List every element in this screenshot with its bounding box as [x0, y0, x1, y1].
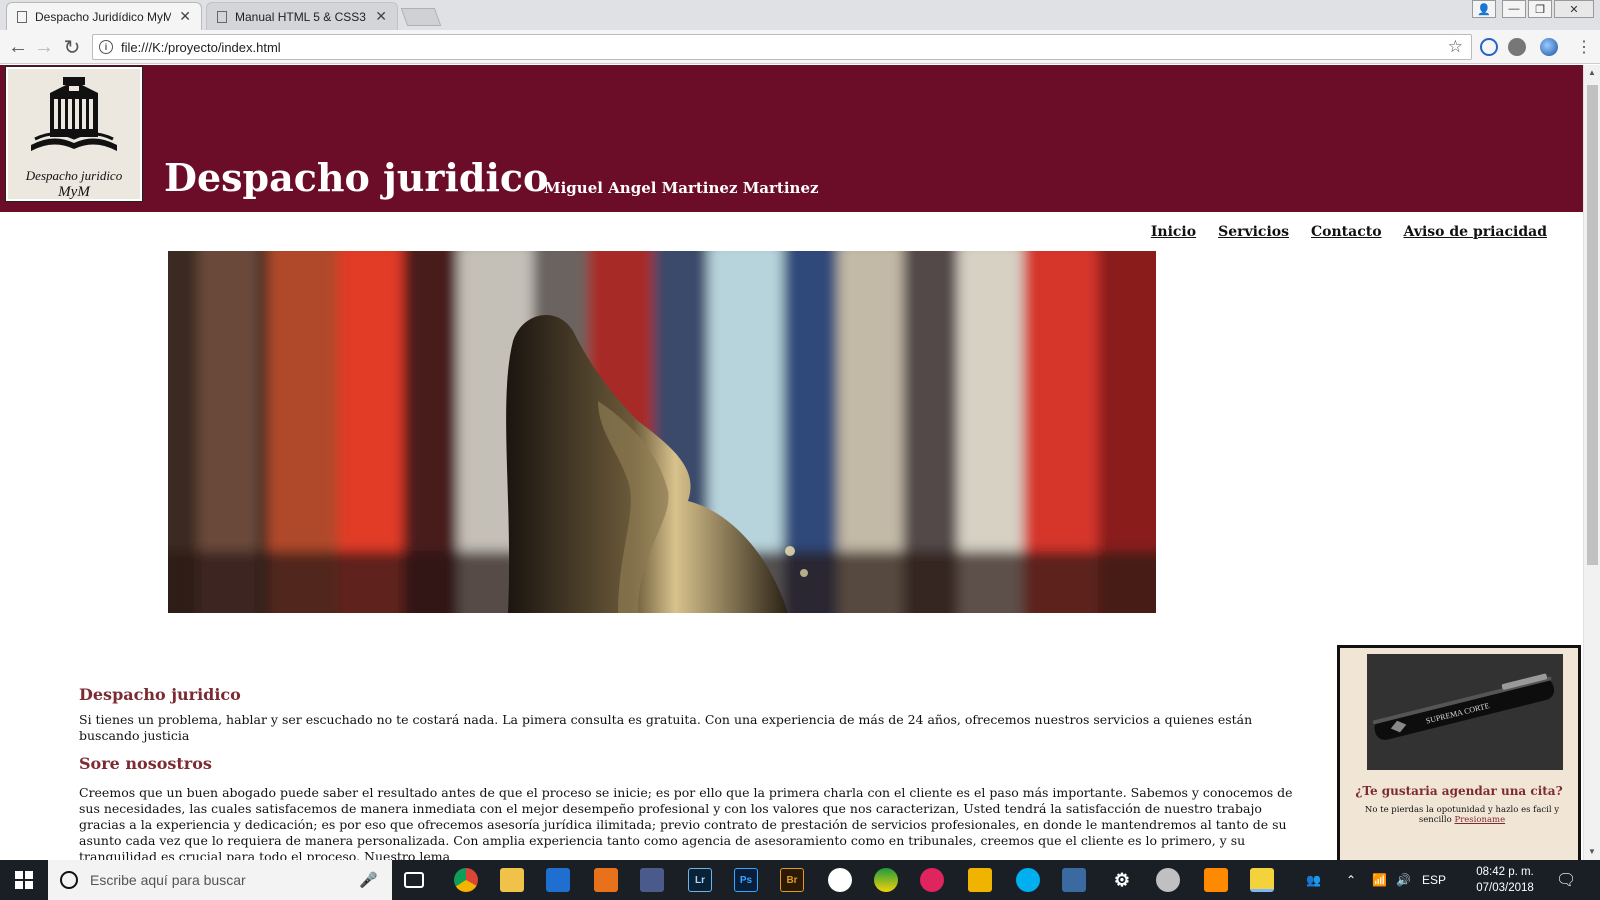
section-paragraph: Si tienes un problema, hablar y ser escu… — [79, 712, 1253, 743]
app-icon[interactable] — [546, 868, 570, 892]
menu-icon[interactable]: ⋮ — [1572, 35, 1596, 59]
lightroom-icon[interactable]: Lr — [688, 868, 712, 892]
app-icon[interactable] — [1250, 868, 1274, 892]
close-window-button[interactable]: ✕ — [1554, 0, 1594, 18]
building-book-icon — [31, 77, 117, 151]
nav-servicios[interactable]: Servicios — [1218, 224, 1289, 240]
site-logo[interactable]: Despacho juridico MyM — [5, 66, 143, 202]
task-view-icon[interactable] — [404, 872, 424, 888]
address-bar[interactable]: i file:///K:/proyecto/index.html ☆ — [92, 34, 1472, 60]
forward-icon[interactable]: → — [32, 35, 56, 59]
appointment-title: ¿Te gustaria agendar una cita? — [1355, 784, 1563, 798]
taskbar: Escribe aquí para buscar 🎤 Lr Ps Br ⚙ 👥 … — [0, 860, 1600, 900]
itunes-icon[interactable] — [828, 868, 852, 892]
cortana-icon — [60, 871, 78, 889]
reload-icon[interactable]: ↻ — [60, 35, 84, 59]
tab-title: Manual HTML 5 & CSS3 — [235, 9, 366, 24]
pen-image: SUPREMA CORTE — [1367, 654, 1563, 770]
browser-toolbar: ← → ↻ i file:///K:/proyecto/index.html ☆… — [0, 30, 1600, 64]
people-icon[interactable]: 👥 — [1306, 860, 1321, 900]
new-tab-button[interactable] — [400, 8, 442, 26]
close-tab-icon[interactable]: ✕ — [179, 8, 191, 25]
search-placeholder: Escribe aquí para buscar — [90, 872, 246, 888]
tab-title: Despacho Juridídico MyM — [35, 9, 172, 24]
bridge-icon[interactable]: Br — [780, 868, 804, 892]
profile-icon[interactable]: 👤 — [1472, 0, 1496, 18]
taskbar-search[interactable]: Escribe aquí para buscar 🎤 — [48, 860, 392, 900]
file-explorer-icon[interactable] — [500, 868, 524, 892]
document-icon — [17, 10, 27, 23]
app-icon[interactable] — [1156, 868, 1180, 892]
app-icon[interactable] — [968, 868, 992, 892]
start-button[interactable] — [0, 860, 48, 900]
volume-icon[interactable]: 🔊 — [1396, 860, 1411, 900]
scroll-down-icon[interactable]: ▼ — [1588, 847, 1596, 856]
nav-aviso-privacidad[interactable]: Aviso de priacidad — [1404, 224, 1547, 240]
site-title: Despacho juridico — [164, 155, 549, 200]
extension-icon[interactable] — [1540, 38, 1558, 56]
section-heading: Despacho juridico — [79, 685, 241, 704]
windows-icon — [15, 871, 33, 889]
site-header: Despacho juridico MyM Despacho juridico … — [0, 65, 1583, 212]
clock-time: 08:42 p. m. — [1476, 866, 1534, 878]
url-text: file:///K:/proyecto/index.html — [121, 39, 281, 55]
info-icon[interactable]: i — [99, 40, 113, 54]
bookmark-star-icon[interactable]: ☆ — [1448, 37, 1463, 57]
wifi-icon[interactable]: 📶 — [1372, 860, 1387, 900]
site-subtitle: Miguel Angel Martinez Martinez — [544, 179, 819, 197]
section-heading: Sore nosostros — [79, 754, 212, 773]
nav-contacto[interactable]: Contacto — [1311, 224, 1382, 240]
appointment-link[interactable]: Presioname — [1454, 815, 1505, 825]
app-icon[interactable] — [874, 868, 898, 892]
clock-date: 07/03/2018 — [1476, 882, 1534, 894]
appointment-text: No te pierdas la opotunidad y hazlo es f… — [1360, 805, 1564, 825]
language-indicator[interactable]: ESP — [1422, 860, 1446, 900]
minimize-button[interactable]: — — [1502, 0, 1526, 18]
law-books-photo — [168, 251, 1156, 613]
extension-icon[interactable] — [1508, 38, 1526, 56]
nav-inicio[interactable]: Inicio — [1151, 224, 1196, 240]
appointment-box: SUPREMA CORTE ¿Te gustaria agendar una c… — [1337, 645, 1581, 860]
section-paragraph: Creemos que un buen abogado puede saber … — [79, 785, 1293, 860]
chevron-up-icon[interactable]: ⌃ — [1346, 860, 1356, 900]
scroll-thumb[interactable] — [1587, 85, 1598, 565]
back-icon[interactable]: ← — [6, 35, 30, 59]
logo-text: Despacho juridico — [25, 168, 123, 183]
app-icon[interactable] — [1062, 868, 1086, 892]
page-viewport: Despacho juridico MyM Despacho juridico … — [0, 65, 1583, 860]
skype-icon[interactable] — [1016, 868, 1040, 892]
main-content: Despacho juridico Si tienes un problema,… — [79, 685, 1301, 860]
app-icon[interactable] — [920, 868, 944, 892]
sublime-text-icon[interactable] — [1204, 868, 1228, 892]
tab-despacho[interactable]: Despacho Juridídico MyM ✕ — [6, 2, 202, 30]
app-icon[interactable] — [640, 868, 664, 892]
scroll-up-icon[interactable]: ▲ — [1588, 68, 1596, 77]
microphone-icon[interactable]: 🎤 — [359, 871, 378, 889]
restore-button[interactable]: ❐ — [1528, 0, 1552, 18]
media-player-icon[interactable] — [594, 868, 618, 892]
notification-icon[interactable]: 🗨 — [1556, 860, 1576, 900]
clock[interactable]: 08:42 p. m. 07/03/2018 — [1472, 864, 1538, 896]
settings-icon[interactable]: ⚙ — [1110, 868, 1134, 892]
hero-image — [168, 251, 1156, 613]
tab-manual[interactable]: Manual HTML 5 & CSS3 ✕ — [206, 2, 398, 30]
document-icon — [217, 10, 227, 23]
chrome-icon[interactable] — [454, 868, 478, 892]
extension-icon[interactable] — [1480, 38, 1498, 56]
page-scrollbar[interactable]: ▲ ▼ — [1583, 65, 1600, 860]
logo-monogram: MyM — [58, 184, 90, 200]
photoshop-icon[interactable]: Ps — [734, 868, 758, 892]
pen-photo: SUPREMA CORTE — [1367, 654, 1563, 770]
main-nav: Inicio Servicios Contacto Aviso de priac… — [1151, 224, 1547, 240]
browser-tabstrip: Despacho Juridídico MyM ✕ Manual HTML 5 … — [0, 0, 1600, 30]
close-tab-icon[interactable]: ✕ — [375, 8, 387, 25]
